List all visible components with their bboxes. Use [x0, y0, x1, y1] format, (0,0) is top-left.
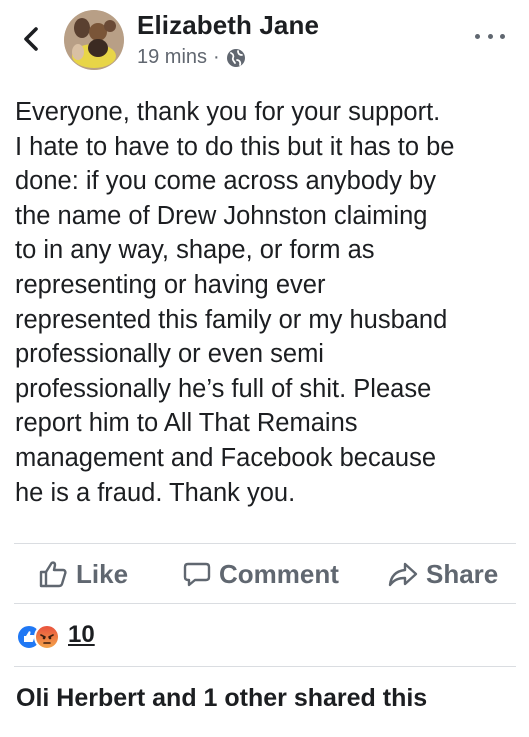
- post-header: Elizabeth Jane 19 mins ·: [0, 0, 529, 84]
- meta-separator: ·: [213, 46, 220, 68]
- comment-label: Comment: [219, 558, 339, 589]
- author-name[interactable]: Elizabeth Jane: [137, 10, 319, 41]
- reactions-summary[interactable]: 10: [16, 618, 95, 652]
- avatar[interactable]: [64, 10, 124, 70]
- like-button[interactable]: Like: [38, 545, 128, 603]
- globe-icon: [226, 48, 245, 67]
- dot-icon: [475, 33, 480, 39]
- reaction-count[interactable]: 10: [68, 621, 95, 649]
- share-label: Share: [426, 558, 499, 589]
- share-arrow-icon: [388, 562, 418, 587]
- reaction-icons: [16, 621, 62, 650]
- post-time[interactable]: 19 mins: [137, 46, 207, 69]
- divider: [14, 603, 516, 604]
- dot-icon: [500, 33, 505, 39]
- like-label: Like: [76, 558, 129, 589]
- post-body-text: Everyone, thank you for your support. I …: [15, 98, 455, 507]
- avatar-image: [64, 10, 124, 70]
- post-meta: 19 mins ·: [137, 46, 246, 69]
- shared-by-text[interactable]: Oli Herbert and 1 other shared this: [16, 684, 427, 713]
- share-button[interactable]: Share: [388, 545, 498, 603]
- divider: [14, 543, 516, 544]
- thumbs-up-icon: [39, 561, 67, 588]
- comment-icon: [183, 562, 211, 587]
- dot-icon: [487, 33, 493, 39]
- divider: [14, 666, 516, 667]
- more-options-button[interactable]: [475, 30, 505, 42]
- post-actions-bar: Like Comment Share: [0, 545, 529, 603]
- angry-reaction-icon: [34, 624, 60, 650]
- comment-button[interactable]: Comment: [183, 545, 339, 603]
- chevron-left-icon: [24, 27, 38, 51]
- back-button[interactable]: [18, 24, 44, 54]
